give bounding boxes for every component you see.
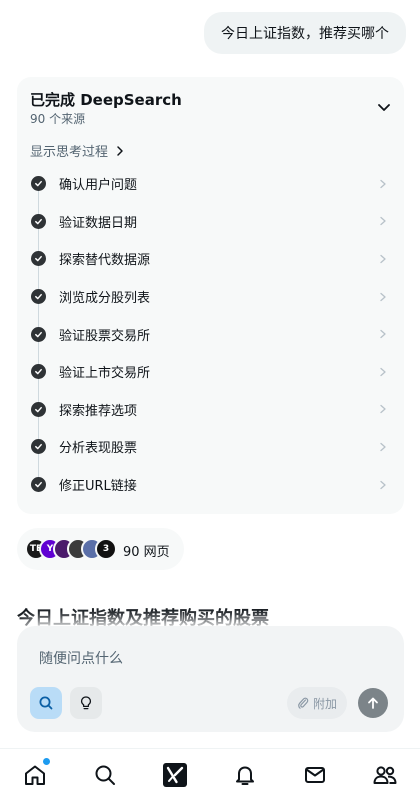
step-item[interactable]: 探索推荐选项 [17,391,404,429]
tab-search[interactable] [91,761,119,789]
check-circle-icon [31,401,46,417]
mail-icon [305,767,325,783]
check-circle-icon [31,477,46,493]
step-item[interactable]: 验证上市交易所 [17,353,404,391]
chevron-right-icon [380,405,386,414]
grok-icon [163,763,187,787]
user-message-bubble: 今日上证指数，推荐买哪个 [204,12,406,54]
check-circle-icon [31,213,46,229]
attach-button[interactable]: 附加 [287,687,347,719]
source-favicons: TE Y 3 [25,538,117,560]
answer-heading: 今日上证指数及推荐购买的股票 [17,608,269,626]
web-sources-button[interactable]: TE Y 3 90 网页 [17,528,184,570]
show-thinking-label: 显示思考过程 [30,145,109,160]
tab-home[interactable] [21,758,50,789]
step-item[interactable]: 修正URL链接 [17,466,404,504]
deepsearch-title: 已完成 DeepSearch [30,91,182,109]
step-label: 验证数据日期 [59,215,138,231]
chevron-right-icon [380,367,386,376]
step-label: 验证上市交易所 [59,366,151,382]
tab-notifications[interactable] [231,761,259,789]
bell-icon [236,766,254,785]
deepsearch-toggle-button[interactable] [30,687,62,719]
search-icon [39,696,53,710]
source-favicon: 3 [95,538,117,560]
tab-messages[interactable] [301,761,329,789]
user-message-text: 今日上证指数，推荐买哪个 [221,26,389,42]
chevron-right-icon [380,292,386,301]
tab-grok[interactable] [161,761,189,789]
people-icon [373,766,397,784]
step-item[interactable]: 探索替代数据源 [17,240,404,278]
search-icon [95,765,115,785]
check-circle-icon [31,289,46,305]
check-circle-icon [31,176,46,192]
step-label: 探索替代数据源 [59,253,151,269]
chevron-right-icon [380,330,386,339]
home-icon [25,765,45,785]
chevron-right-icon [117,145,123,156]
step-item[interactable]: 验证股票交易所 [17,315,404,353]
step-label: 验证股票交易所 [59,328,151,344]
arrow-up-icon [368,697,378,709]
deepsearch-sources-count: 90 个来源 [30,112,86,126]
step-label: 修正URL链接 [59,479,137,495]
web-sources-label: 90 网页 [123,545,170,560]
step-item[interactable]: 确认用户问题 [17,165,404,203]
think-toggle-button[interactable] [70,687,102,719]
step-item[interactable]: 浏览成分股列表 [17,278,404,316]
check-circle-icon [31,326,46,342]
show-thinking-toggle[interactable]: 显示思考过程 [30,141,126,160]
chevron-right-icon [380,179,386,188]
composer-input[interactable]: 随便问点什么 [39,648,123,668]
bottom-tab-bar [0,748,420,800]
check-circle-icon [31,364,46,380]
step-label: 确认用户问题 [59,178,138,194]
chevron-down-icon[interactable] [376,99,392,115]
step-item[interactable]: 验证数据日期 [17,203,404,241]
paperclip-icon [298,697,309,709]
chevron-right-icon [380,480,386,489]
attach-label: 附加 [312,696,337,711]
message-composer: 随便问点什么 附加 [17,626,404,732]
send-button[interactable] [358,688,388,718]
step-item[interactable]: 分析表现股票 [17,428,404,466]
check-circle-icon [31,439,46,455]
notification-dot [43,758,50,765]
chevron-right-icon [380,217,386,226]
step-label: 分析表现股票 [59,441,138,457]
chevron-right-icon [380,442,386,452]
check-circle-icon [31,251,46,267]
step-label: 浏览成分股列表 [59,291,151,307]
tab-communities[interactable] [371,761,399,789]
lightbulb-icon [80,696,92,710]
chevron-right-icon [380,254,386,264]
step-label: 探索推荐选项 [59,403,138,419]
deepsearch-card: 已完成 DeepSearch 90 个来源 显示思考过程 确认用户问题 验证数据… [17,77,404,514]
